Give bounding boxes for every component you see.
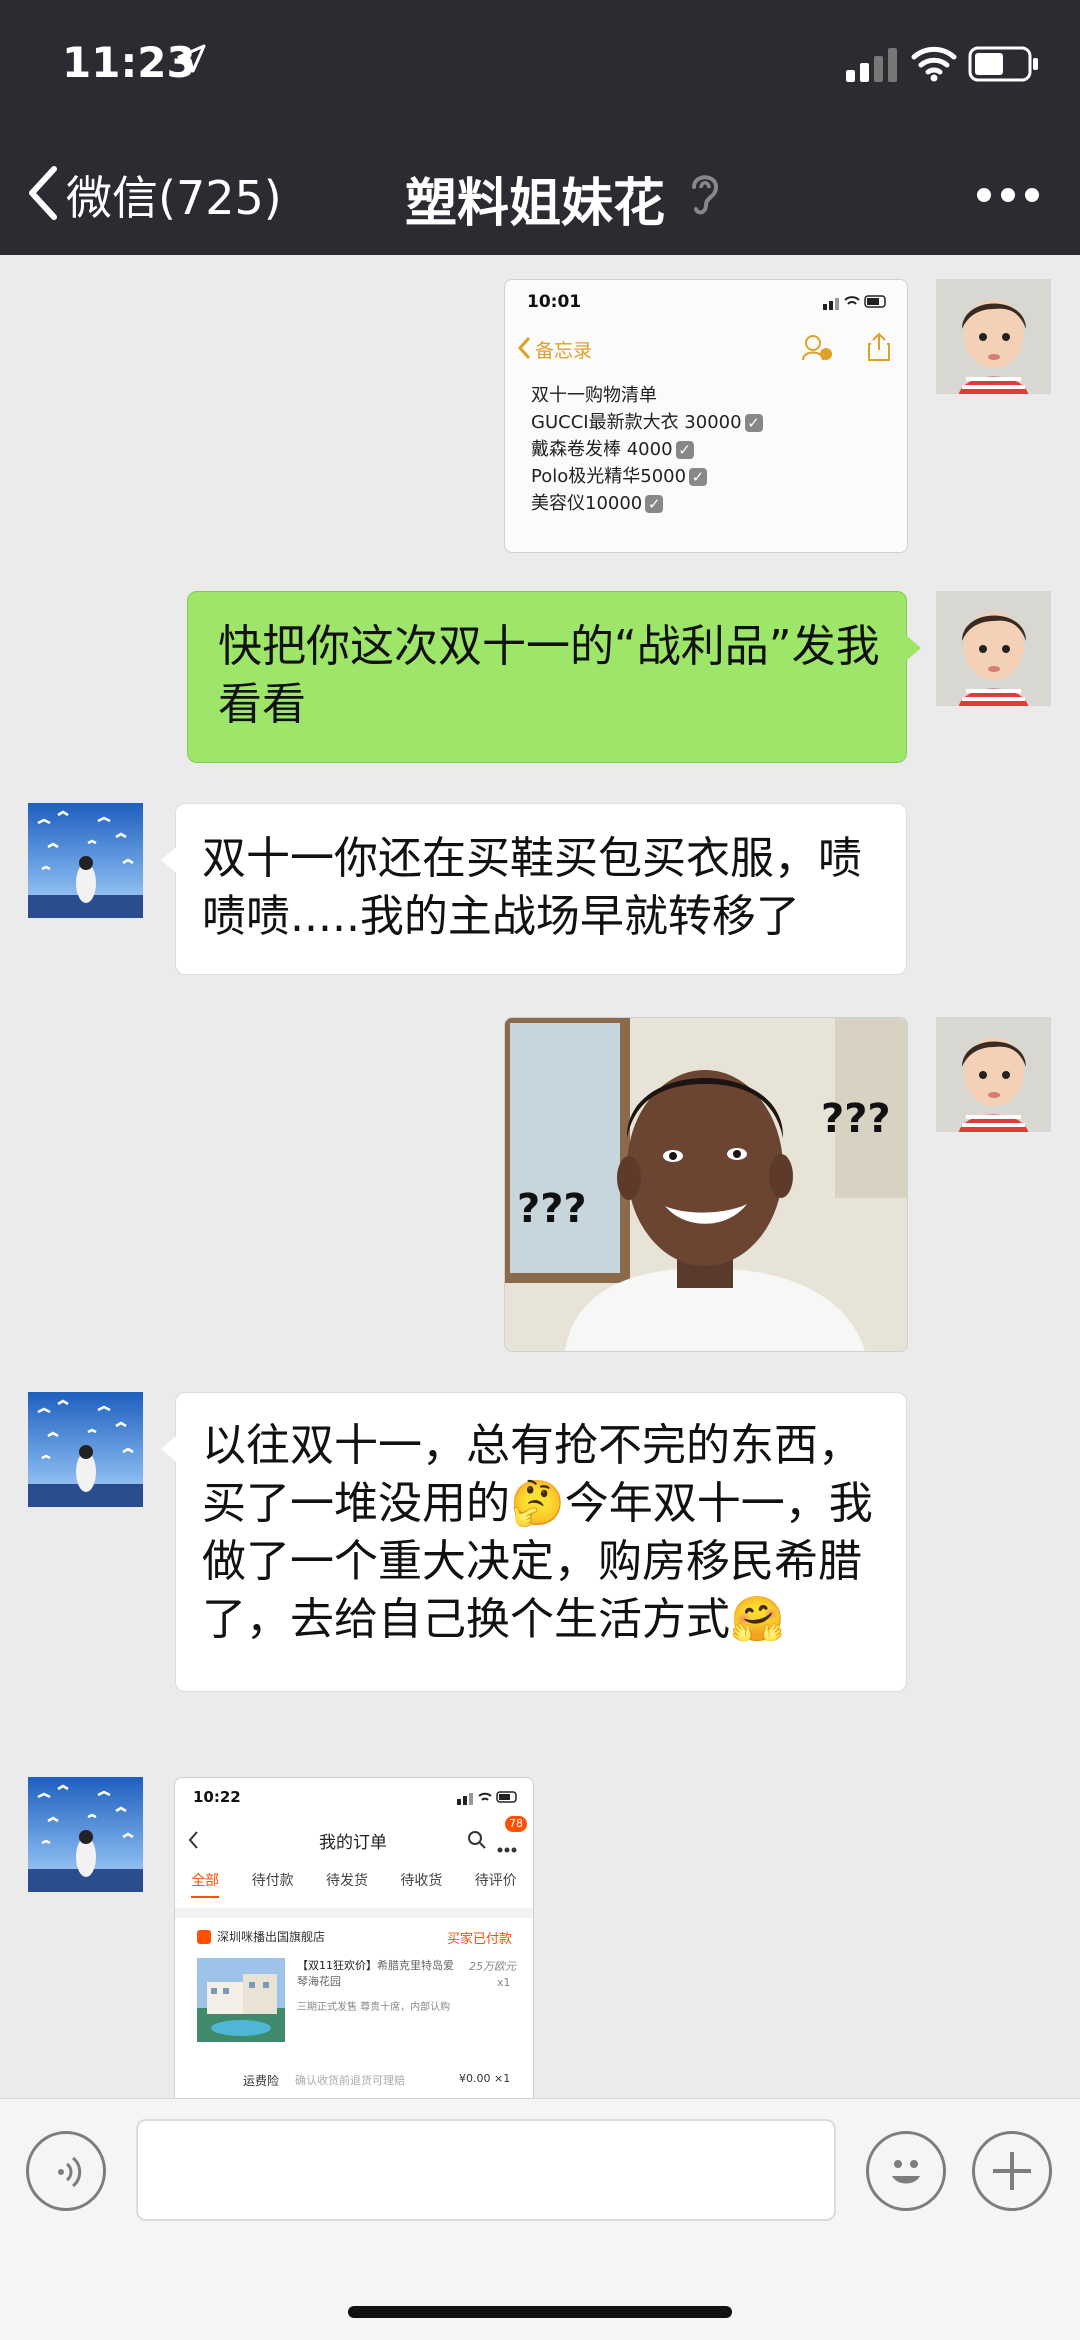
status-bar: 11:23 bbox=[0, 0, 1080, 135]
order-item-desc: 三期正式发售 尊贵十席，内部认购 bbox=[297, 2002, 451, 2013]
message-text: 快把你这次双十一的“战利品”发我看看 bbox=[218, 621, 880, 730]
notes-line: 戴森卷发棒 4000 bbox=[531, 439, 673, 460]
order-tab: 待发货 bbox=[325, 1873, 368, 1889]
share-person-icon bbox=[801, 334, 833, 366]
notes-line: 双十一购物清单 bbox=[531, 385, 657, 406]
order-item-qty: x1 bbox=[497, 1976, 511, 1989]
chat-navbar: 微信(725) 塑料姐妹花 bbox=[0, 135, 1080, 255]
order-item-title-tag: 【双11狂欢价】 bbox=[297, 1959, 377, 1972]
order-item-title: 【双11狂欢价】希腊克里特岛爱琴海花园 bbox=[297, 1958, 457, 1990]
battery-icon bbox=[968, 46, 1040, 86]
message-bubble-received[interactable]: 双十一你还在买鞋买包买衣服，啧啧啧.....我的主战场早就转移了 bbox=[175, 803, 907, 975]
insurance-price: ¥0.00 ×1 bbox=[459, 2072, 511, 2085]
voice-wave-icon bbox=[47, 2152, 87, 2196]
back-button[interactable]: 微信(725) bbox=[24, 163, 282, 227]
order-shop-name: 深圳咪播出国旗舰店 bbox=[217, 1930, 326, 1944]
order-back-chevron-icon bbox=[187, 1830, 199, 1854]
share-icon bbox=[867, 332, 891, 366]
meme-image[interactable]: ??? ??? bbox=[504, 1017, 908, 1352]
notes-screenshot[interactable]: 10:01 备忘录 双十一购物清单 GUCCI最新款大衣 30000 ✓ 戴森卷发… bbox=[504, 279, 908, 553]
order-more-icon bbox=[497, 1838, 517, 1857]
message-bubble-sent[interactable]: 快把你这次双十一的“战利品”发我看看 bbox=[187, 591, 907, 763]
mute-ear-icon bbox=[688, 169, 720, 223]
message-input[interactable] bbox=[136, 2119, 836, 2221]
meme-caption-right: ??? bbox=[821, 1096, 891, 1142]
order-item-thumbnail bbox=[197, 1958, 285, 2042]
order-item-price: 25万欧元 bbox=[469, 1960, 516, 1973]
notes-status-icons bbox=[823, 294, 889, 314]
checkbox-icon: ✓ bbox=[675, 440, 694, 459]
more-button[interactable] bbox=[972, 2131, 1052, 2211]
emoji-button[interactable] bbox=[866, 2131, 946, 2211]
chevron-left-icon bbox=[24, 163, 60, 227]
bubble-tail bbox=[906, 635, 921, 661]
order-time: 10:22 bbox=[193, 1788, 241, 1806]
message-text: 以往双十一，总有抢不完的东西，买了一堆没用的🤔今年双十一，我做了一个重大决定，购… bbox=[202, 1420, 873, 1645]
notes-line: GUCCI最新款大衣 30000 bbox=[531, 412, 742, 433]
signal-icon bbox=[846, 48, 898, 86]
insurance-label: 运费险 bbox=[243, 2074, 280, 2088]
notes-line: Polo极光精华5000 bbox=[531, 466, 687, 487]
bubble-tail bbox=[161, 847, 176, 873]
notes-back-chevron-icon bbox=[517, 336, 531, 364]
checkbox-icon: ✓ bbox=[744, 413, 763, 432]
location-arrow-icon bbox=[176, 44, 206, 78]
friend-avatar[interactable] bbox=[28, 1392, 143, 1507]
shop-icon bbox=[197, 1930, 211, 1944]
meme-picture bbox=[505, 1018, 907, 1351]
order-tabs: 全部 待付款 待发货 待收货 待评价 bbox=[175, 1870, 533, 1898]
bubble-tail bbox=[161, 1436, 176, 1462]
insurance-desc: 确认收货前退货可理赔 bbox=[295, 2074, 405, 2087]
meme-caption-left: ??? bbox=[517, 1186, 587, 1232]
order-status-icons bbox=[457, 1790, 519, 1809]
order-divider bbox=[175, 1908, 533, 1918]
order-tab: 待收货 bbox=[400, 1873, 443, 1889]
notes-time: 10:01 bbox=[527, 292, 582, 312]
order-search-icon bbox=[467, 1830, 487, 1854]
order-badge: 78 bbox=[505, 1816, 527, 1832]
notes-content: 双十一购物清单 GUCCI最新款大衣 30000 ✓ 戴森卷发棒 4000 ✓ Po… bbox=[531, 382, 763, 517]
order-status: 买家已付款 bbox=[447, 1932, 513, 1947]
order-tab: 待付款 bbox=[251, 1873, 294, 1889]
home-indicator[interactable] bbox=[348, 2306, 732, 2318]
more-options-icon[interactable] bbox=[976, 185, 1040, 209]
message-bubble-received[interactable]: 以往双十一，总有抢不完的东西，买了一堆没用的🤔今年双十一，我做了一个重大决定，购… bbox=[175, 1392, 907, 1692]
voice-button[interactable] bbox=[26, 2131, 106, 2211]
friend-avatar[interactable] bbox=[28, 803, 143, 918]
order-tab: 待评价 bbox=[474, 1873, 517, 1889]
plus-icon bbox=[989, 2148, 1035, 2198]
checkbox-icon: ✓ bbox=[645, 494, 664, 513]
order-tab-all: 全部 bbox=[191, 1870, 220, 1898]
friend-avatar[interactable] bbox=[28, 1777, 143, 1892]
my-avatar[interactable] bbox=[936, 279, 1051, 394]
notes-line: 美容仪10000 bbox=[531, 493, 643, 514]
input-bar bbox=[0, 2098, 1080, 2340]
back-label: 微信(725) bbox=[66, 171, 282, 225]
message-text: 双十一你还在买鞋买包买衣服，啧啧啧.....我的主战场早就转移了 bbox=[202, 833, 862, 942]
chat-area[interactable]: 10:01 备忘录 双十一购物清单 GUCCI最新款大衣 30000 ✓ 戴森卷发… bbox=[0, 255, 1080, 2098]
notes-back-label: 备忘录 bbox=[535, 340, 593, 362]
smiley-icon bbox=[879, 2144, 933, 2202]
my-avatar[interactable] bbox=[936, 591, 1051, 706]
my-avatar[interactable] bbox=[936, 1017, 1051, 1132]
order-screenshot[interactable]: 10:22 我的订单 78 全部 待付款 待发货 待收货 待评价 深圳咪播出国旗… bbox=[174, 1777, 534, 2098]
chat-title: 塑料姐妹花 bbox=[405, 174, 666, 234]
order-title: 我的订单 bbox=[319, 1833, 387, 1853]
checkbox-icon: ✓ bbox=[689, 467, 708, 486]
wifi-icon bbox=[910, 44, 958, 86]
